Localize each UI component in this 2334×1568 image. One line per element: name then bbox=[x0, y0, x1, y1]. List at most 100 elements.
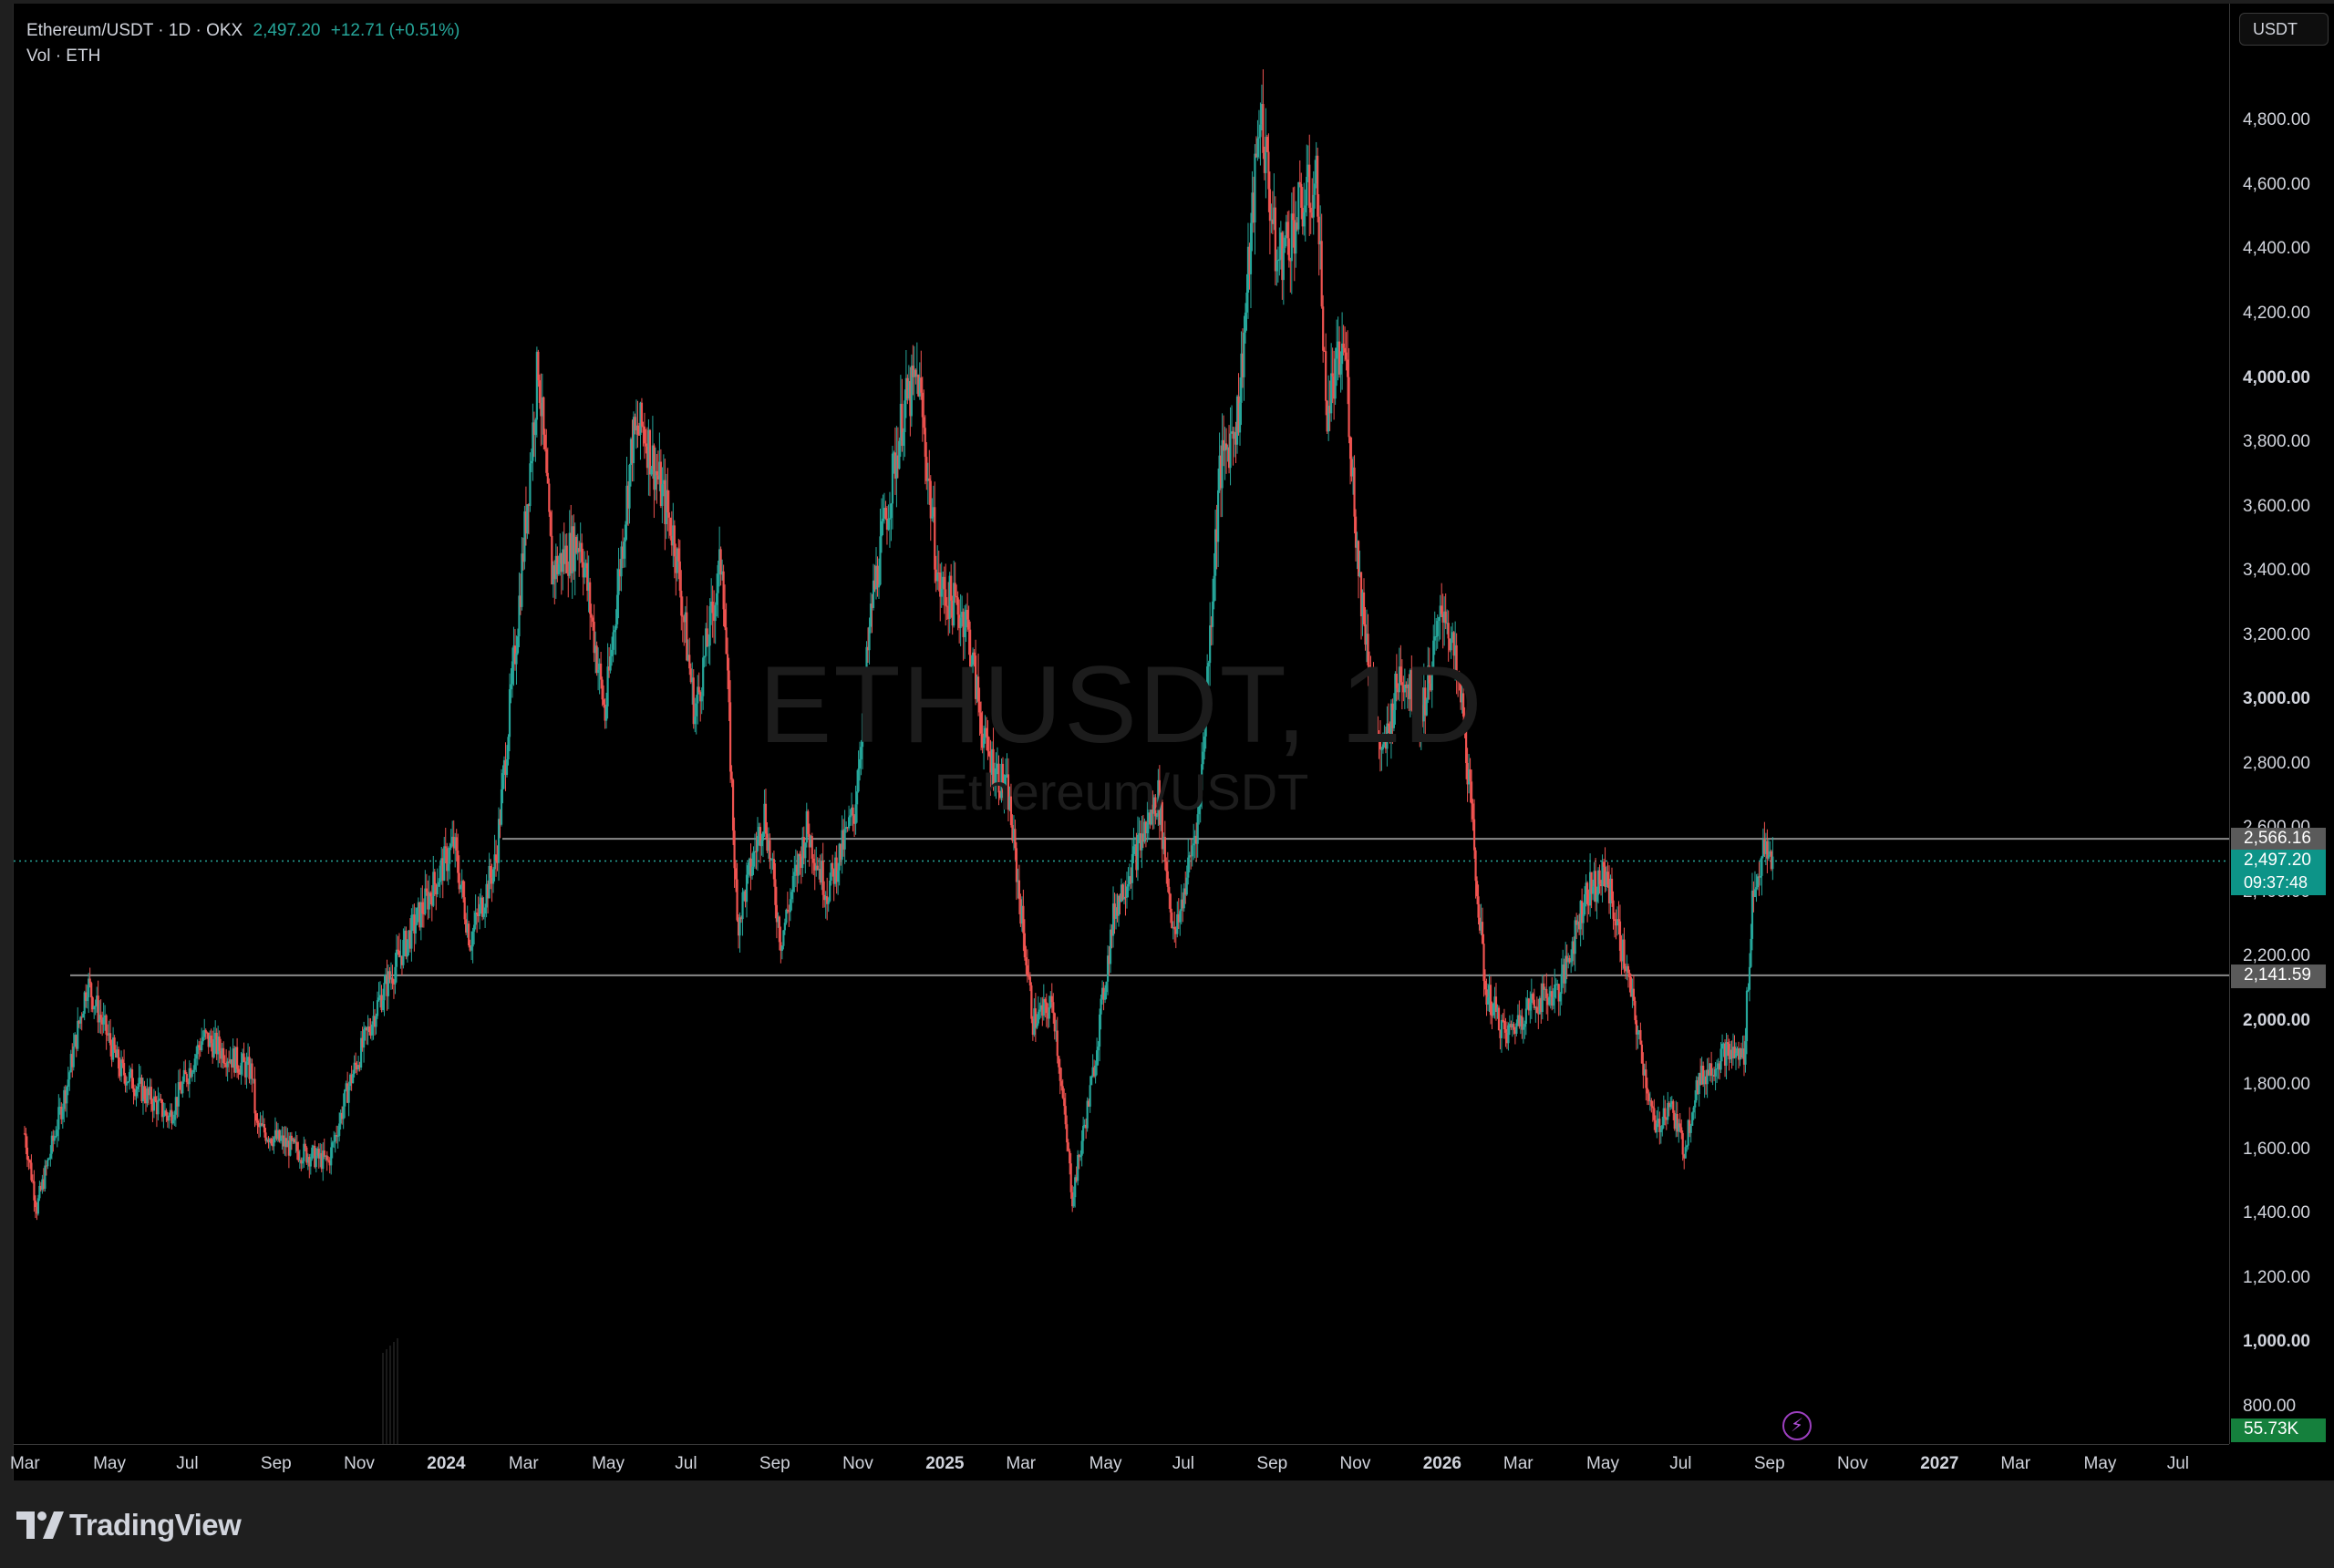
price-axis[interactable]: USDT 800.00 1,000.00 1,200.00 1,400.00 1,600… bbox=[2229, 4, 2334, 1444]
candle bbox=[534, 418, 537, 462]
candle bbox=[184, 1059, 187, 1075]
candle bbox=[526, 503, 529, 540]
candle bbox=[769, 858, 773, 874]
candle bbox=[1574, 916, 1576, 972]
candle bbox=[359, 1031, 363, 1070]
candle bbox=[992, 727, 995, 791]
candle bbox=[154, 1090, 157, 1103]
candle bbox=[513, 629, 517, 671]
candle bbox=[879, 508, 882, 586]
candle bbox=[1308, 134, 1311, 236]
candle bbox=[548, 478, 551, 517]
candle bbox=[375, 1013, 377, 1035]
candle bbox=[1312, 170, 1315, 235]
candle bbox=[708, 598, 711, 665]
price-tick-label: 4,000.00 bbox=[2243, 367, 2310, 387]
candle bbox=[741, 887, 744, 936]
candle bbox=[719, 546, 722, 586]
candle bbox=[391, 965, 394, 990]
candle bbox=[1413, 684, 1416, 724]
candle bbox=[929, 475, 932, 542]
candle bbox=[91, 995, 94, 1013]
candle bbox=[1191, 839, 1193, 867]
candle bbox=[1594, 857, 1597, 912]
candle bbox=[196, 1039, 199, 1066]
candle bbox=[1489, 976, 1492, 1025]
candle bbox=[226, 1057, 229, 1082]
last-price-tag: 2,497.20 09:37:48 bbox=[2231, 850, 2326, 896]
candle bbox=[1639, 1022, 1642, 1046]
candle bbox=[1229, 407, 1232, 486]
candle bbox=[243, 1042, 245, 1063]
candle bbox=[876, 556, 879, 597]
candle bbox=[1053, 1012, 1056, 1040]
candle bbox=[1221, 413, 1224, 518]
candle bbox=[1265, 134, 1269, 153]
candle bbox=[406, 939, 409, 963]
candle bbox=[609, 644, 612, 674]
symbol-title[interactable]: Ethereum/USDT · 1D · OKX bbox=[26, 21, 243, 40]
candle bbox=[549, 510, 552, 537]
price-tick-label: 1,400.00 bbox=[2243, 1203, 2310, 1223]
candle bbox=[1354, 509, 1358, 562]
candle bbox=[1481, 907, 1484, 944]
time-tick-label: Sep bbox=[759, 1454, 790, 1473]
candle bbox=[1297, 181, 1300, 235]
time-tick-label: Mar bbox=[2000, 1454, 2031, 1473]
candle bbox=[452, 820, 455, 854]
price-tick-label: 4,400.00 bbox=[2243, 239, 2310, 259]
candle bbox=[160, 1099, 163, 1122]
candle bbox=[66, 1085, 68, 1118]
price-tick-label: 1,600.00 bbox=[2243, 1139, 2310, 1159]
candle bbox=[1007, 758, 1010, 821]
time-tick-label: May bbox=[592, 1454, 625, 1473]
candle bbox=[1656, 1109, 1658, 1139]
candle bbox=[589, 577, 592, 640]
candle bbox=[1206, 654, 1209, 707]
candle bbox=[251, 1058, 253, 1093]
tradingview-logo[interactable]: TradingView bbox=[16, 1508, 242, 1542]
candle bbox=[843, 810, 846, 864]
candle bbox=[1136, 816, 1140, 882]
candle bbox=[1410, 655, 1413, 712]
candle bbox=[494, 840, 498, 877]
candle bbox=[1015, 841, 1018, 901]
time-tick-label: Sep bbox=[1753, 1454, 1785, 1473]
candle bbox=[1265, 108, 1267, 199]
candle bbox=[628, 463, 631, 524]
chart-area[interactable]: ETHUSDT, 1D Ethereum/USDT Ethereum/USDT … bbox=[10, 4, 2334, 1481]
time-tick-label: Jul bbox=[2166, 1454, 2189, 1473]
candle bbox=[521, 537, 523, 611]
candle bbox=[1090, 1075, 1093, 1086]
candle bbox=[848, 805, 851, 831]
candle bbox=[474, 894, 477, 930]
legend: Ethereum/USDT · 1D · OKX 2,497.20 +12.71… bbox=[26, 18, 465, 69]
candle bbox=[1535, 996, 1538, 1014]
candle bbox=[764, 789, 768, 839]
candle bbox=[815, 846, 818, 877]
candle bbox=[222, 1041, 225, 1069]
candlestick-plot[interactable] bbox=[14, 4, 2334, 1480]
volume-legend[interactable]: Vol · ETH bbox=[26, 44, 465, 69]
candle bbox=[356, 1056, 360, 1072]
candle bbox=[158, 1092, 161, 1102]
candle bbox=[1447, 610, 1450, 662]
time-tick-label: 2025 bbox=[925, 1454, 965, 1473]
candle bbox=[93, 1006, 96, 1019]
candle bbox=[1290, 192, 1293, 294]
price-tick-label: 3,000.00 bbox=[2243, 689, 2310, 709]
lightning-icon[interactable]: ⚡ bbox=[1782, 1411, 1812, 1440]
candle bbox=[797, 853, 800, 884]
candle bbox=[1030, 982, 1033, 1024]
currency-button[interactable]: USDT bbox=[2239, 13, 2329, 46]
price-tick-label: 1,800.00 bbox=[2243, 1075, 2310, 1095]
candle bbox=[1586, 881, 1589, 923]
candle bbox=[565, 533, 568, 574]
candle bbox=[785, 908, 788, 925]
time-axis[interactable]: Mar May Jul Sep Nov 2024 Mar May Jul Sep Nov 2025 Ma… bbox=[10, 1444, 2229, 1481]
upper-line-price-tag: 2,566.16 bbox=[2231, 828, 2326, 852]
candle bbox=[1256, 119, 1259, 161]
candle bbox=[890, 502, 893, 542]
candle bbox=[586, 551, 589, 602]
price-tick-label: 4,600.00 bbox=[2243, 174, 2310, 194]
